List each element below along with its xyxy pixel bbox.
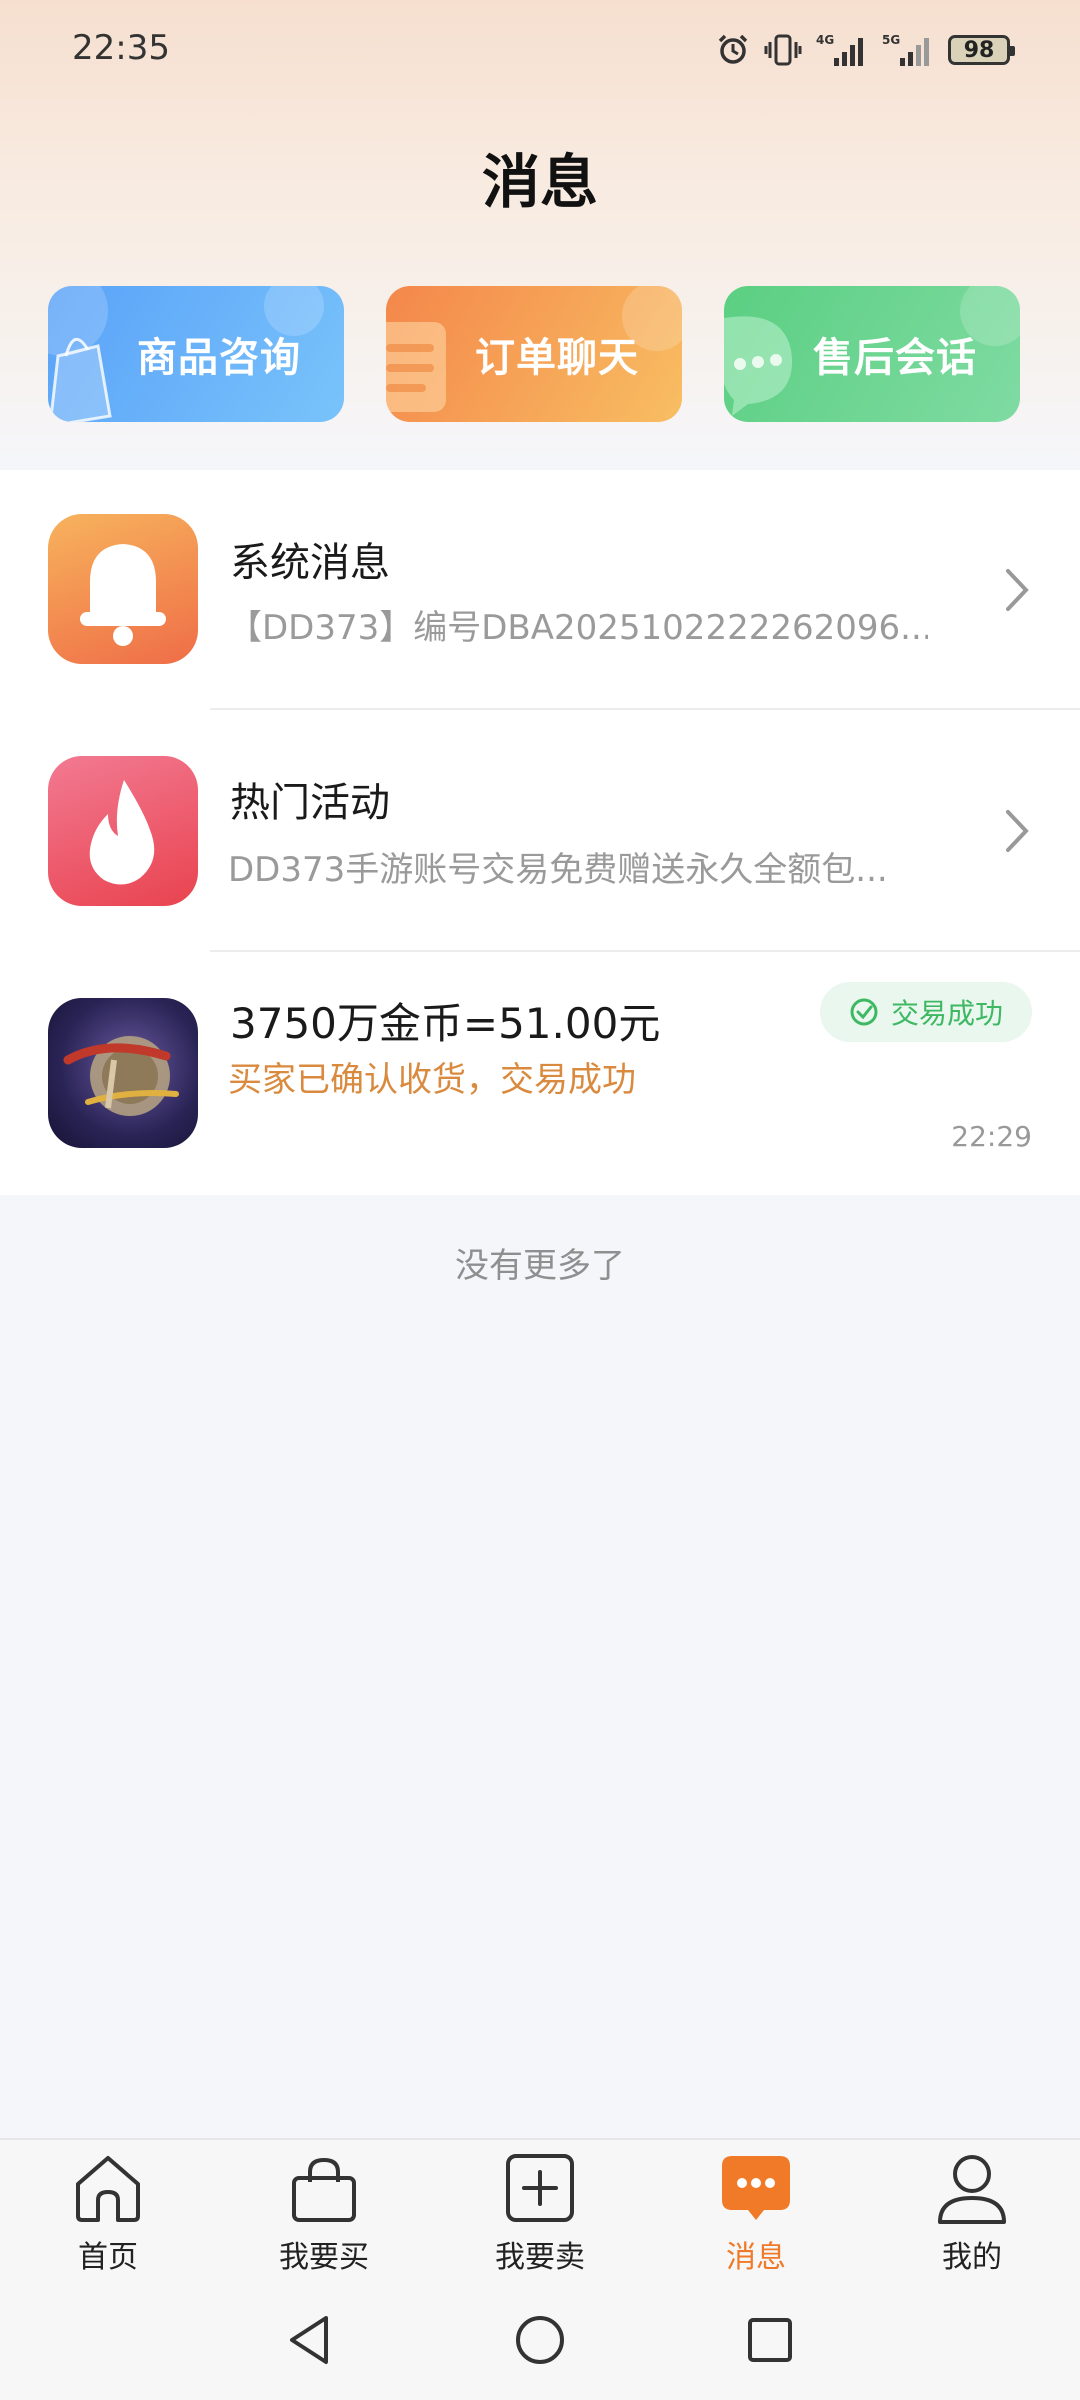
home-circle-icon[interactable] (512, 2312, 568, 2368)
order-time: 22:29 (951, 1120, 1032, 1153)
home-icon (76, 2156, 140, 2222)
game-dnf-icon (48, 998, 198, 1148)
chevron-right-icon (1006, 569, 1029, 611)
message-row-activity[interactable]: 热门活动 DD373手游账号交易免费赠送永久全额包... (0, 710, 1080, 952)
user-icon (938, 2155, 1006, 2224)
nav-label: 消息 (726, 2240, 786, 2275)
list-end-text: 没有更多了 (455, 1246, 625, 1286)
tab-after-sales-label: 售后会话 (813, 335, 977, 381)
tab-order-chat-label: 订单聊天 (475, 335, 639, 381)
order-status-text: 买家已确认收货，交易成功 (228, 1060, 636, 1100)
bottom-nav: 首页 我要买 我要卖 消息 我的 (0, 2138, 1080, 2286)
status-badge-label: 交易成功 (890, 997, 1003, 1030)
quick-tabs: 商品咨询 订单聊天 售后会话 (48, 286, 1020, 422)
nav-profile[interactable]: 我的 (892, 2152, 1052, 2282)
back-icon[interactable] (282, 2312, 338, 2368)
network-label-1: 4G (816, 33, 834, 47)
network-label-2: 5G (882, 33, 900, 47)
tab-after-sales[interactable]: 售后会话 (724, 286, 1020, 422)
order-title: 3750万金币=51.00元 (230, 999, 661, 1048)
message-row-order[interactable]: 3750万金币=51.00元 买家已确认收货，交易成功 交易成功 22:29 (0, 952, 1080, 1195)
message-row-system[interactable]: 系统消息 【DD373】编号DBA2025102222262096... (0, 470, 1080, 710)
signal-5g-icon: 5G (882, 32, 934, 68)
nav-label: 首页 (78, 2240, 138, 2275)
recents-icon[interactable] (742, 2312, 798, 2368)
status-time: 22:35 (72, 28, 170, 68)
vibrate-icon (764, 32, 802, 68)
nav-label: 我的 (942, 2240, 1002, 2275)
message-icon (722, 2156, 790, 2220)
bag-icon (292, 2157, 356, 2222)
message-title: 系统消息 (230, 540, 390, 586)
tab-product-inquiry[interactable]: 商品咨询 (48, 286, 344, 422)
bell-icon (48, 514, 198, 664)
nav-sell[interactable]: 我要卖 (460, 2152, 620, 2282)
status-icons: 4G 5G 98 (716, 30, 1015, 70)
nav-messages[interactable]: 消息 (676, 2152, 836, 2282)
status-bar: 22:35 4G 5G 98 (0, 0, 1080, 100)
chevron-right-icon (1006, 810, 1029, 852)
tab-order-chat[interactable]: 订单聊天 (386, 286, 682, 422)
flame-icon (48, 756, 198, 906)
tab-product-inquiry-label: 商品咨询 (137, 335, 301, 381)
nav-buy[interactable]: 我要买 (244, 2152, 404, 2282)
check-circle-icon (850, 998, 878, 1026)
system-nav-bar (0, 2286, 1080, 2400)
plus-box-icon (506, 2154, 574, 2222)
nav-home[interactable]: 首页 (28, 2152, 188, 2282)
nav-label: 我要卖 (495, 2240, 585, 2275)
nav-label: 我要买 (279, 2240, 369, 2275)
message-list: 系统消息 【DD373】编号DBA2025102222262096... 热门活… (0, 470, 1080, 1195)
status-badge: 交易成功 (820, 982, 1032, 1042)
message-title: 热门活动 (230, 780, 390, 826)
message-preview: DD373手游账号交易免费赠送永久全额包... (228, 850, 888, 890)
page-title: 消息 (481, 148, 598, 216)
alarm-icon (716, 33, 750, 67)
signal-4g-icon: 4G (816, 32, 868, 68)
battery-icon: 98 (948, 35, 1015, 65)
message-preview: 【DD373】编号DBA2025102222262096... (228, 608, 928, 648)
